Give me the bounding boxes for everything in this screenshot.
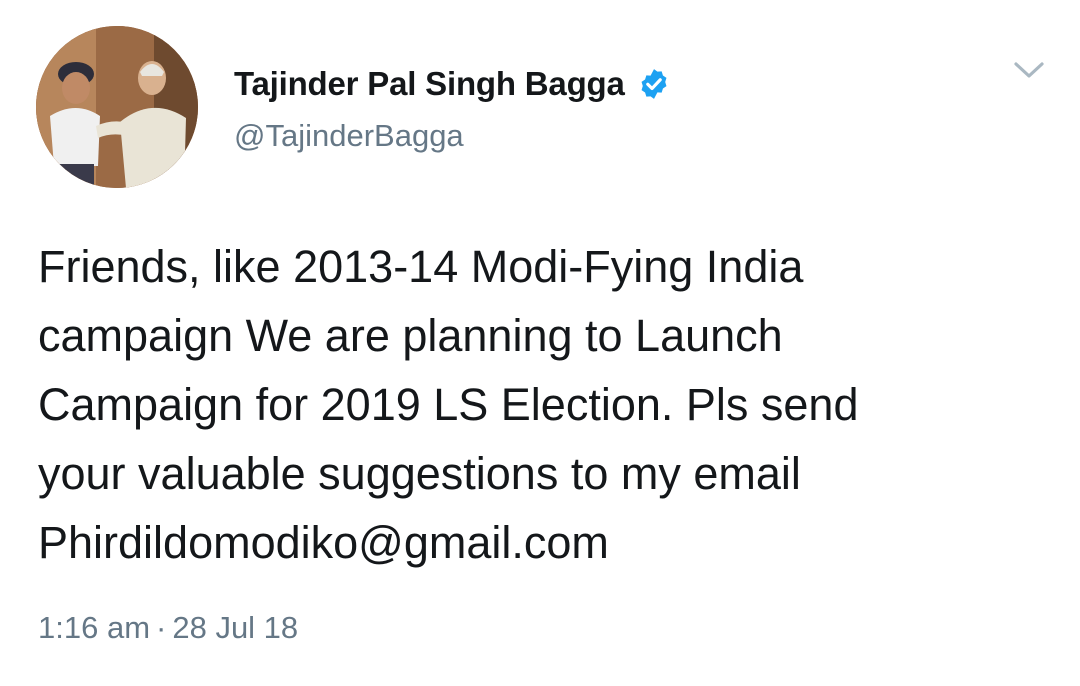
chevron-down-icon[interactable]	[1012, 58, 1046, 82]
tweet-card: Tajinder Pal Singh Bagga @TajinderBagga …	[0, 0, 1080, 686]
tweet-text: Friends, like 2013-14 Modi-Fying India c…	[38, 241, 859, 568]
profile-photo	[36, 26, 198, 188]
tweet-time: 1:16 am	[38, 610, 151, 645]
display-name[interactable]: Tajinder Pal Singh Bagga	[234, 65, 625, 103]
avatar[interactable]	[36, 26, 198, 188]
verified-badge-icon	[641, 69, 667, 99]
author-name-row[interactable]: Tajinder Pal Singh Bagga	[234, 62, 671, 106]
meta-separator: ·	[156, 610, 167, 645]
username-handle[interactable]: @TajinderBagga	[234, 118, 464, 154]
tweet-timestamp[interactable]: 1:16 am · 28 Jul 18	[38, 610, 298, 646]
tweet-date: 28 Jul 18	[172, 610, 299, 645]
